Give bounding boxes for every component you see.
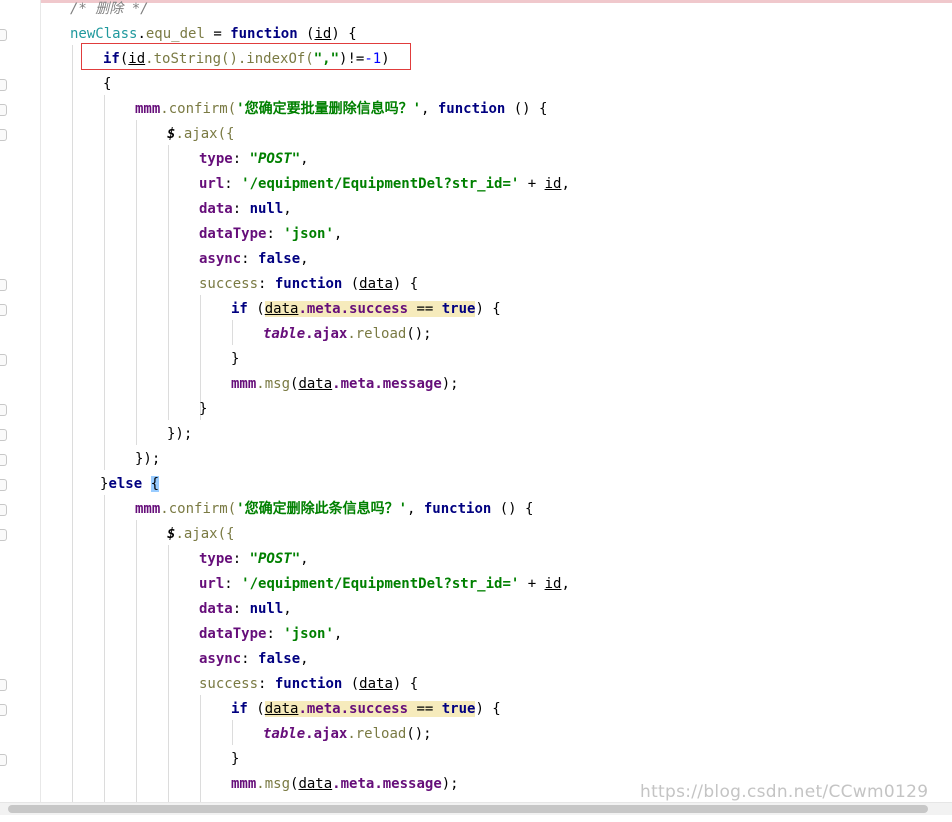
annotation-highlight-box bbox=[81, 43, 411, 70]
code-line-data[interactable]: data: null, bbox=[199, 197, 292, 222]
fold-marker-icon[interactable] bbox=[0, 104, 7, 116]
fold-marker-icon[interactable] bbox=[0, 404, 7, 416]
code-line-async[interactable]: async: false, bbox=[199, 247, 309, 272]
fold-marker-icon[interactable] bbox=[0, 129, 7, 141]
code-line-url[interactable]: url: '/equipment/EquipmentDel?str_id=' +… bbox=[199, 172, 570, 197]
indent-guide bbox=[136, 120, 137, 445]
code-line-close-confirm[interactable]: }); bbox=[135, 447, 160, 472]
watermark: https://blog.csdn.net/CCwm0129 bbox=[640, 782, 929, 802]
code-line-url[interactable]: url: '/equipment/EquipmentDel?str_id=' +… bbox=[199, 572, 570, 597]
highlighted-expression: data.meta.success == true bbox=[264, 301, 476, 317]
code-line-close-brace[interactable]: } bbox=[231, 747, 239, 772]
fold-marker-icon[interactable] bbox=[0, 754, 7, 766]
code-line-success[interactable]: success: function (data) { bbox=[199, 672, 418, 697]
indent-guide bbox=[168, 545, 169, 802]
indent-guide bbox=[232, 320, 233, 345]
fold-marker-icon[interactable] bbox=[0, 79, 7, 91]
code-line-success[interactable]: success: function (data) { bbox=[199, 272, 418, 297]
code-line-ajax-open[interactable]: $.ajax({ bbox=[167, 122, 234, 147]
code-line-close-brace[interactable]: } bbox=[199, 397, 207, 422]
code-line-datatype[interactable]: dataType: 'json', bbox=[199, 222, 342, 247]
indent-guide bbox=[136, 520, 137, 802]
fold-marker-icon[interactable] bbox=[0, 429, 7, 441]
fold-marker-icon[interactable] bbox=[0, 454, 7, 466]
indent-guide bbox=[104, 495, 105, 802]
scrollbar-thumb[interactable] bbox=[8, 805, 928, 813]
code-line-data[interactable]: data: null, bbox=[199, 597, 292, 622]
code-line-reload[interactable]: table.ajax.reload(); bbox=[263, 722, 432, 747]
fold-marker-icon[interactable] bbox=[0, 304, 7, 316]
code-line-datatype[interactable]: dataType: 'json', bbox=[199, 622, 342, 647]
code-line-async[interactable]: async: false, bbox=[199, 647, 309, 672]
fold-marker-icon[interactable] bbox=[0, 354, 7, 366]
matched-brace: { bbox=[150, 476, 160, 492]
fold-marker-icon[interactable] bbox=[0, 29, 7, 41]
code-line-msg[interactable]: mmm.msg(data.meta.message); bbox=[231, 772, 459, 797]
indent-guide bbox=[72, 45, 73, 802]
horizontal-scrollbar[interactable] bbox=[0, 802, 952, 815]
code-line-if-success[interactable]: if (data.meta.success == true) { bbox=[231, 297, 501, 322]
code-line-reload[interactable]: table.ajax.reload(); bbox=[263, 322, 432, 347]
fold-marker-icon[interactable] bbox=[0, 479, 7, 491]
indent-guide bbox=[168, 145, 169, 420]
code-line-msg[interactable]: mmm.msg(data.meta.message); bbox=[231, 372, 459, 397]
code-line-type[interactable]: type: "POST", bbox=[199, 547, 309, 572]
code-line-if-success[interactable]: if (data.meta.success == true) { bbox=[231, 697, 501, 722]
code-line-ajax-open[interactable]: $.ajax({ bbox=[167, 522, 234, 547]
indent-guide bbox=[200, 695, 201, 802]
indent-guide bbox=[104, 95, 105, 470]
code-line-comment[interactable]: /* 删除 */ bbox=[70, 0, 149, 22]
code-line-open-brace[interactable]: { bbox=[103, 72, 111, 97]
fold-marker-icon[interactable] bbox=[0, 679, 7, 691]
fold-marker-icon[interactable] bbox=[0, 704, 7, 716]
indent-guide bbox=[232, 720, 233, 745]
highlighted-expression: data.meta.success == true bbox=[264, 701, 476, 717]
code-line-type[interactable]: type: "POST", bbox=[199, 147, 309, 172]
code-line-confirm[interactable]: mmm.confirm('您确定要批量删除信息吗？', function () … bbox=[135, 97, 547, 122]
code-line-close-brace[interactable]: } bbox=[231, 347, 239, 372]
code-line-else[interactable]: }else { bbox=[100, 472, 160, 497]
fold-marker-icon[interactable] bbox=[0, 529, 7, 541]
code-line-confirm[interactable]: mmm.confirm('您确定删除此条信息吗？', function () { bbox=[135, 497, 533, 522]
fold-marker-icon[interactable] bbox=[0, 504, 7, 516]
fold-marker-icon[interactable] bbox=[0, 279, 7, 291]
code-line-close-ajax[interactable]: }); bbox=[167, 422, 192, 447]
